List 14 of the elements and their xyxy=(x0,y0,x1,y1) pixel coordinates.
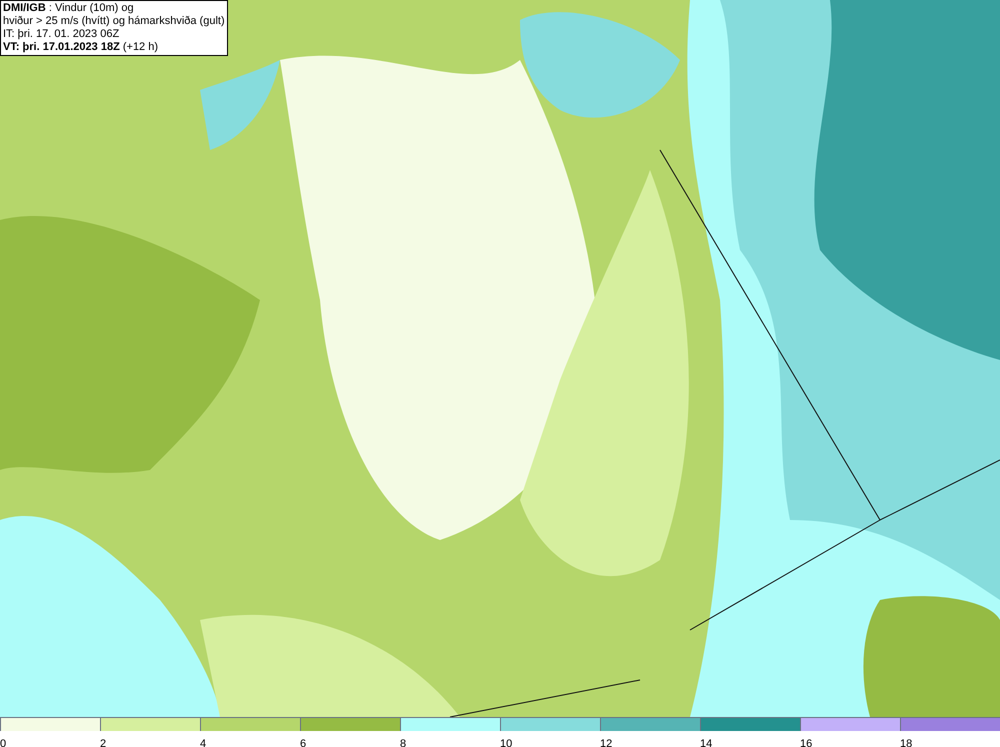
legend-tick-label: 0 xyxy=(0,738,6,747)
legend-tick-label: 4 xyxy=(200,738,206,747)
legend-tick-label: 14 xyxy=(700,738,712,747)
header-line: hviður > 25 m/s (hvítt) og hámarkshviða (gult) xyxy=(3,15,225,28)
legend-tick-label: 16 xyxy=(800,738,812,747)
legend-tick-label: 12 xyxy=(600,738,612,747)
header-line: DMI/IGB : Vindur (10m) og xyxy=(3,2,135,15)
legend-tick-label: 2 xyxy=(100,738,106,747)
header-line: VT: þri. 17.01.2023 18Z (+12 h) xyxy=(3,41,160,54)
legend-tick-label: 10 xyxy=(500,738,512,747)
header-line: IT: þri. 17. 01. 2023 06Z xyxy=(3,28,120,41)
legend-tick-label: 18 xyxy=(900,738,912,747)
legend-tick-label: 6 xyxy=(300,738,306,747)
legend-tick-label: 8 xyxy=(400,738,406,747)
